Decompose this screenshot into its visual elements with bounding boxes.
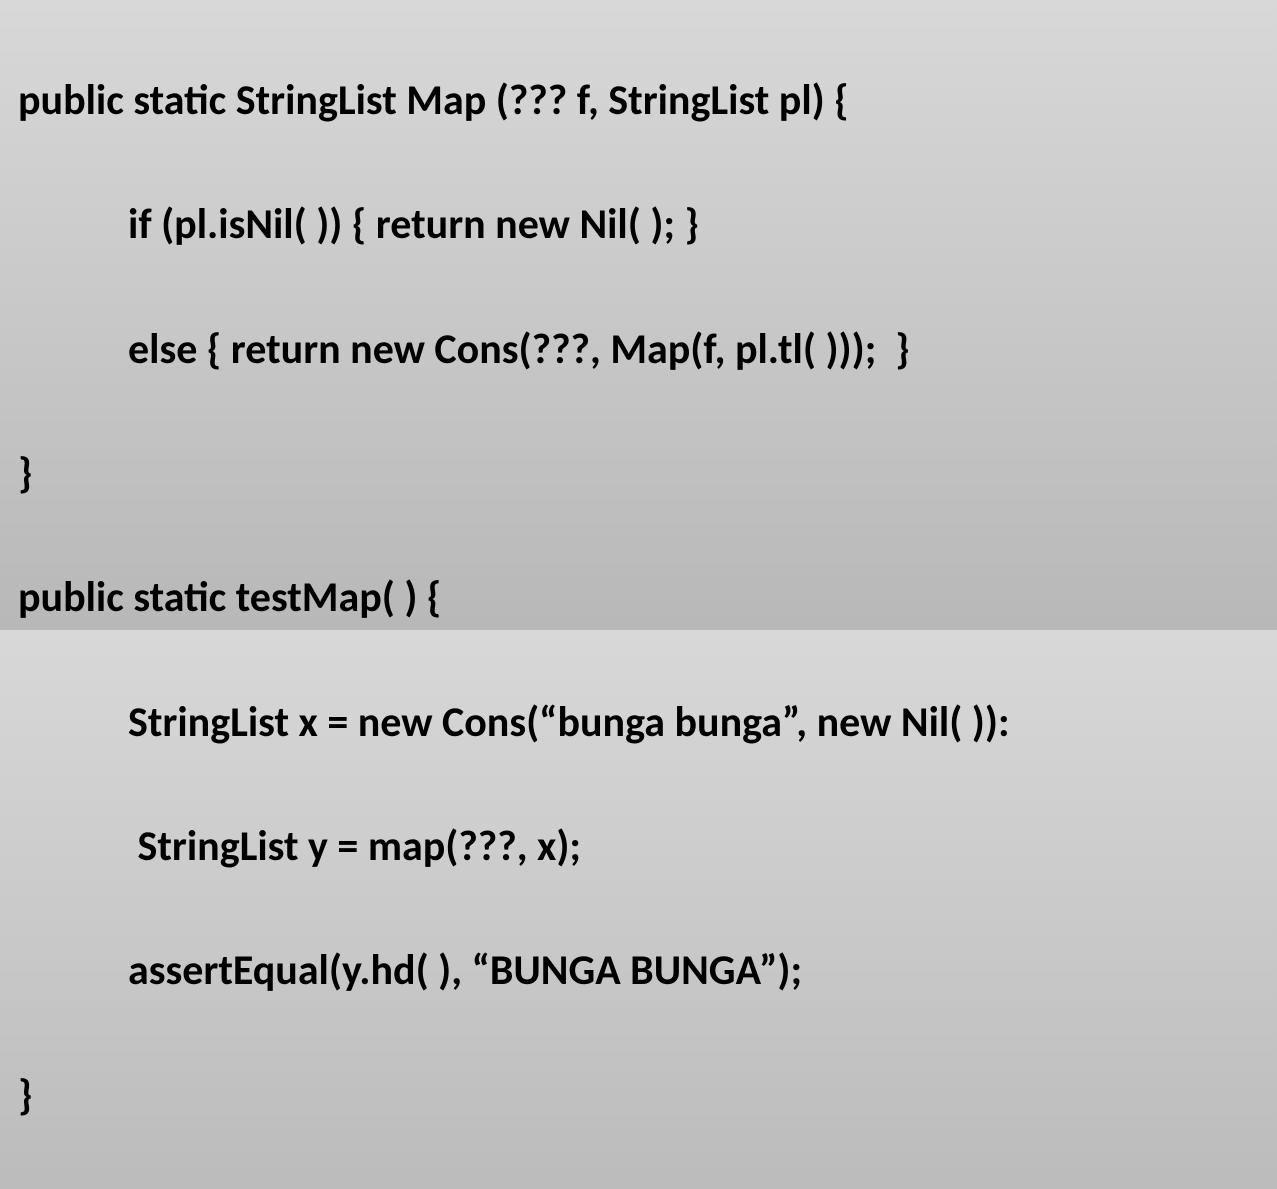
code-line: StringList y = map(???, x); <box>18 816 1259 878</box>
code-block: public static StringList Map (??? f, Str… <box>18 8 1259 1189</box>
code-line: assertEqual(y.hd( ), “BUNGA BUNGA”); <box>18 940 1259 1002</box>
code-line: else { return new Cons(???, Map(f, pl.tl… <box>18 319 1259 381</box>
code-line: public static StringList Map (??? f, Str… <box>18 70 1259 132</box>
code-line: if (pl.isNil( )) { return new Nil( ); } <box>18 194 1259 256</box>
code-line: } <box>18 1065 1259 1127</box>
code-line: StringList x = new Cons(“bunga bunga”, n… <box>18 692 1259 754</box>
code-line: } <box>18 443 1259 505</box>
code-line: public static testMap( ) { <box>18 567 1259 629</box>
